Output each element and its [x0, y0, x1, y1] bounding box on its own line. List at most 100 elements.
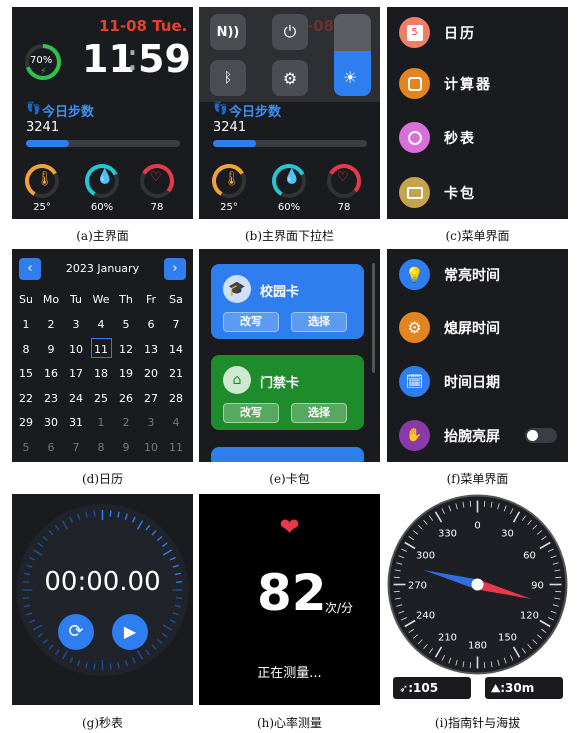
- caption-b: (b)主界面下拉栏: [244, 229, 335, 243]
- menu-item-label: 熄屏时间: [444, 320, 500, 337]
- weekday-header: Su: [19, 293, 33, 306]
- calendar-day[interactable]: 3: [65, 318, 87, 331]
- weekday-header: Mo: [42, 293, 60, 306]
- dial-tick: [22, 597, 29, 600]
- reset-button[interactable]: ⟳: [58, 614, 94, 650]
- menu-item-always-on[interactable]: 💡 常亮时间: [399, 259, 500, 290]
- dial-tick: [93, 663, 96, 670]
- caption-e: (e)卡包: [269, 472, 310, 486]
- menu-item-calendar[interactable]: 5 日历: [399, 17, 476, 48]
- calendar-day[interactable]: 9: [40, 343, 62, 356]
- scrollbar[interactable]: [372, 263, 375, 373]
- door-select-button[interactable]: 选择: [291, 403, 347, 423]
- play-icon: ▶: [123, 622, 137, 641]
- calendar-day[interactable]: 10: [65, 343, 87, 356]
- calendar-day[interactable]: 29: [15, 416, 37, 429]
- calendar-day[interactable]: 7: [165, 318, 187, 331]
- calendar-day[interactable]: 28: [165, 392, 187, 405]
- temperature-value: 25°: [33, 202, 51, 213]
- calendar-day[interactable]: 8: [90, 441, 112, 454]
- power-button[interactable]: ⏻: [272, 14, 308, 50]
- calendar-day[interactable]: 2: [115, 416, 137, 429]
- calendar-day[interactable]: 5: [15, 441, 37, 454]
- start-button[interactable]: ▶: [112, 614, 148, 650]
- menu-item-datetime[interactable]: 🗓 时间日期: [399, 366, 500, 397]
- calendar-day[interactable]: 5: [115, 318, 137, 331]
- calendar-day[interactable]: 12: [115, 343, 137, 356]
- menu-item-screen-off[interactable]: ⚙ 熄屏时间: [399, 312, 500, 343]
- calendar-day[interactable]: 10: [140, 441, 162, 454]
- menu-item-label: 时间日期: [444, 374, 500, 391]
- wallet-screen: 🎓 校园卡 改写 选择 ⌂ 门禁卡 改写 选择: [199, 249, 380, 462]
- menu-item-wallet[interactable]: 卡包: [399, 177, 476, 208]
- calendar-day[interactable]: 30: [40, 416, 62, 429]
- calendar-day[interactable]: 3: [140, 416, 162, 429]
- calendar-day[interactable]: 21: [165, 367, 187, 380]
- heart-pulse-icon: ♡: [150, 170, 162, 185]
- steps-value: 3241: [26, 120, 60, 135]
- compass-degree-label: 0: [474, 521, 480, 532]
- menu-item-label: 秒表: [444, 130, 476, 147]
- weekday-header: Sa: [169, 293, 183, 306]
- calendar-day[interactable]: 15: [15, 367, 37, 380]
- home-screen: 11-08 Tue. 70% ⚡ 11 : 59 👣 今日步数 3241 🌡 2…: [12, 7, 193, 219]
- calendar-day[interactable]: 25: [90, 392, 112, 405]
- steps-value: 3241: [213, 120, 247, 135]
- brightness-slider[interactable]: ☀: [334, 14, 371, 96]
- calendar-day[interactable]: 24: [65, 392, 87, 405]
- calendar-day[interactable]: 31: [65, 416, 87, 429]
- menu-item-calculator[interactable]: 计算器: [399, 68, 492, 99]
- campus-card[interactable]: 🎓 校园卡 改写 选择: [211, 264, 364, 339]
- heartrate-screen: ❤ 82 次/分 正在测量...: [199, 494, 380, 705]
- calendar-day[interactable]: 1: [90, 416, 112, 429]
- calendar-day[interactable]: 14: [165, 343, 187, 356]
- campus-select-button[interactable]: 选择: [291, 312, 347, 332]
- calendar-day[interactable]: 9: [115, 441, 137, 454]
- calendar-day[interactable]: 20: [140, 367, 162, 380]
- calendar-day[interactable]: 4: [165, 416, 187, 429]
- calculator-icon: [399, 68, 430, 99]
- door-card[interactable]: ⌂ 门禁卡 改写 选择: [211, 355, 364, 430]
- calendar-day[interactable]: 18: [90, 367, 112, 380]
- clock-colon: :: [126, 35, 139, 79]
- menu-item-raise-wake[interactable]: ✋ 抬腕亮屏: [399, 420, 500, 451]
- raise-wake-toggle[interactable]: [525, 428, 557, 443]
- calendar-day[interactable]: 2: [40, 318, 62, 331]
- door-rewrite-button[interactable]: 改写: [223, 403, 279, 423]
- water-drop-icon: 💧: [96, 169, 114, 185]
- calendar-day[interactable]: 22: [15, 392, 37, 405]
- calendar-day[interactable]: 26: [115, 392, 137, 405]
- calendar-day[interactable]: 6: [40, 441, 62, 454]
- calendar-day[interactable]: 4: [90, 318, 112, 331]
- compass-degree-label: 270: [408, 581, 427, 592]
- compass-degree-label: 30: [501, 529, 514, 540]
- calendar-day[interactable]: 27: [140, 392, 162, 405]
- compass-degree-label: 90: [531, 581, 544, 592]
- calendar-day[interactable]: 16: [40, 367, 62, 380]
- caption-f: (f)菜单界面: [446, 472, 509, 486]
- calendar-day[interactable]: 19: [115, 367, 137, 380]
- calendar-day[interactable]: 7: [65, 441, 87, 454]
- heart-value: 78: [337, 202, 351, 213]
- clock-minute: 59: [138, 37, 191, 81]
- calendar-day[interactable]: 13: [140, 343, 162, 356]
- calendar-day[interactable]: 11: [165, 441, 187, 454]
- next-month-button[interactable]: ›: [164, 258, 186, 280]
- calendar-day[interactable]: 8: [15, 343, 37, 356]
- compass-screen: 0 30 60 90 120 150 180 210 240 270 300 330 ➶:105 ⛰:…: [387, 494, 568, 705]
- graduation-cap-icon: 🎓: [223, 275, 251, 303]
- caption-c: (c)菜单界面: [445, 229, 510, 243]
- steps-title: 今日步数: [229, 105, 282, 120]
- nfc-toggle[interactable]: N)): [210, 14, 246, 50]
- steps-progress-bar: [213, 140, 367, 147]
- calendar-day[interactable]: 17: [65, 367, 87, 380]
- settings-button[interactable]: ⚙: [272, 60, 308, 96]
- calendar-day[interactable]: 23: [40, 392, 62, 405]
- bluetooth-toggle[interactable]: ᛒ: [210, 60, 246, 96]
- compass-degree-label: 150: [498, 632, 517, 643]
- calendar-day[interactable]: 1: [15, 318, 37, 331]
- campus-rewrite-button[interactable]: 改写: [223, 312, 279, 332]
- calendar-day[interactable]: 6: [140, 318, 162, 331]
- third-card-partial[interactable]: [211, 447, 364, 462]
- menu-item-stopwatch[interactable]: 秒表: [399, 122, 476, 153]
